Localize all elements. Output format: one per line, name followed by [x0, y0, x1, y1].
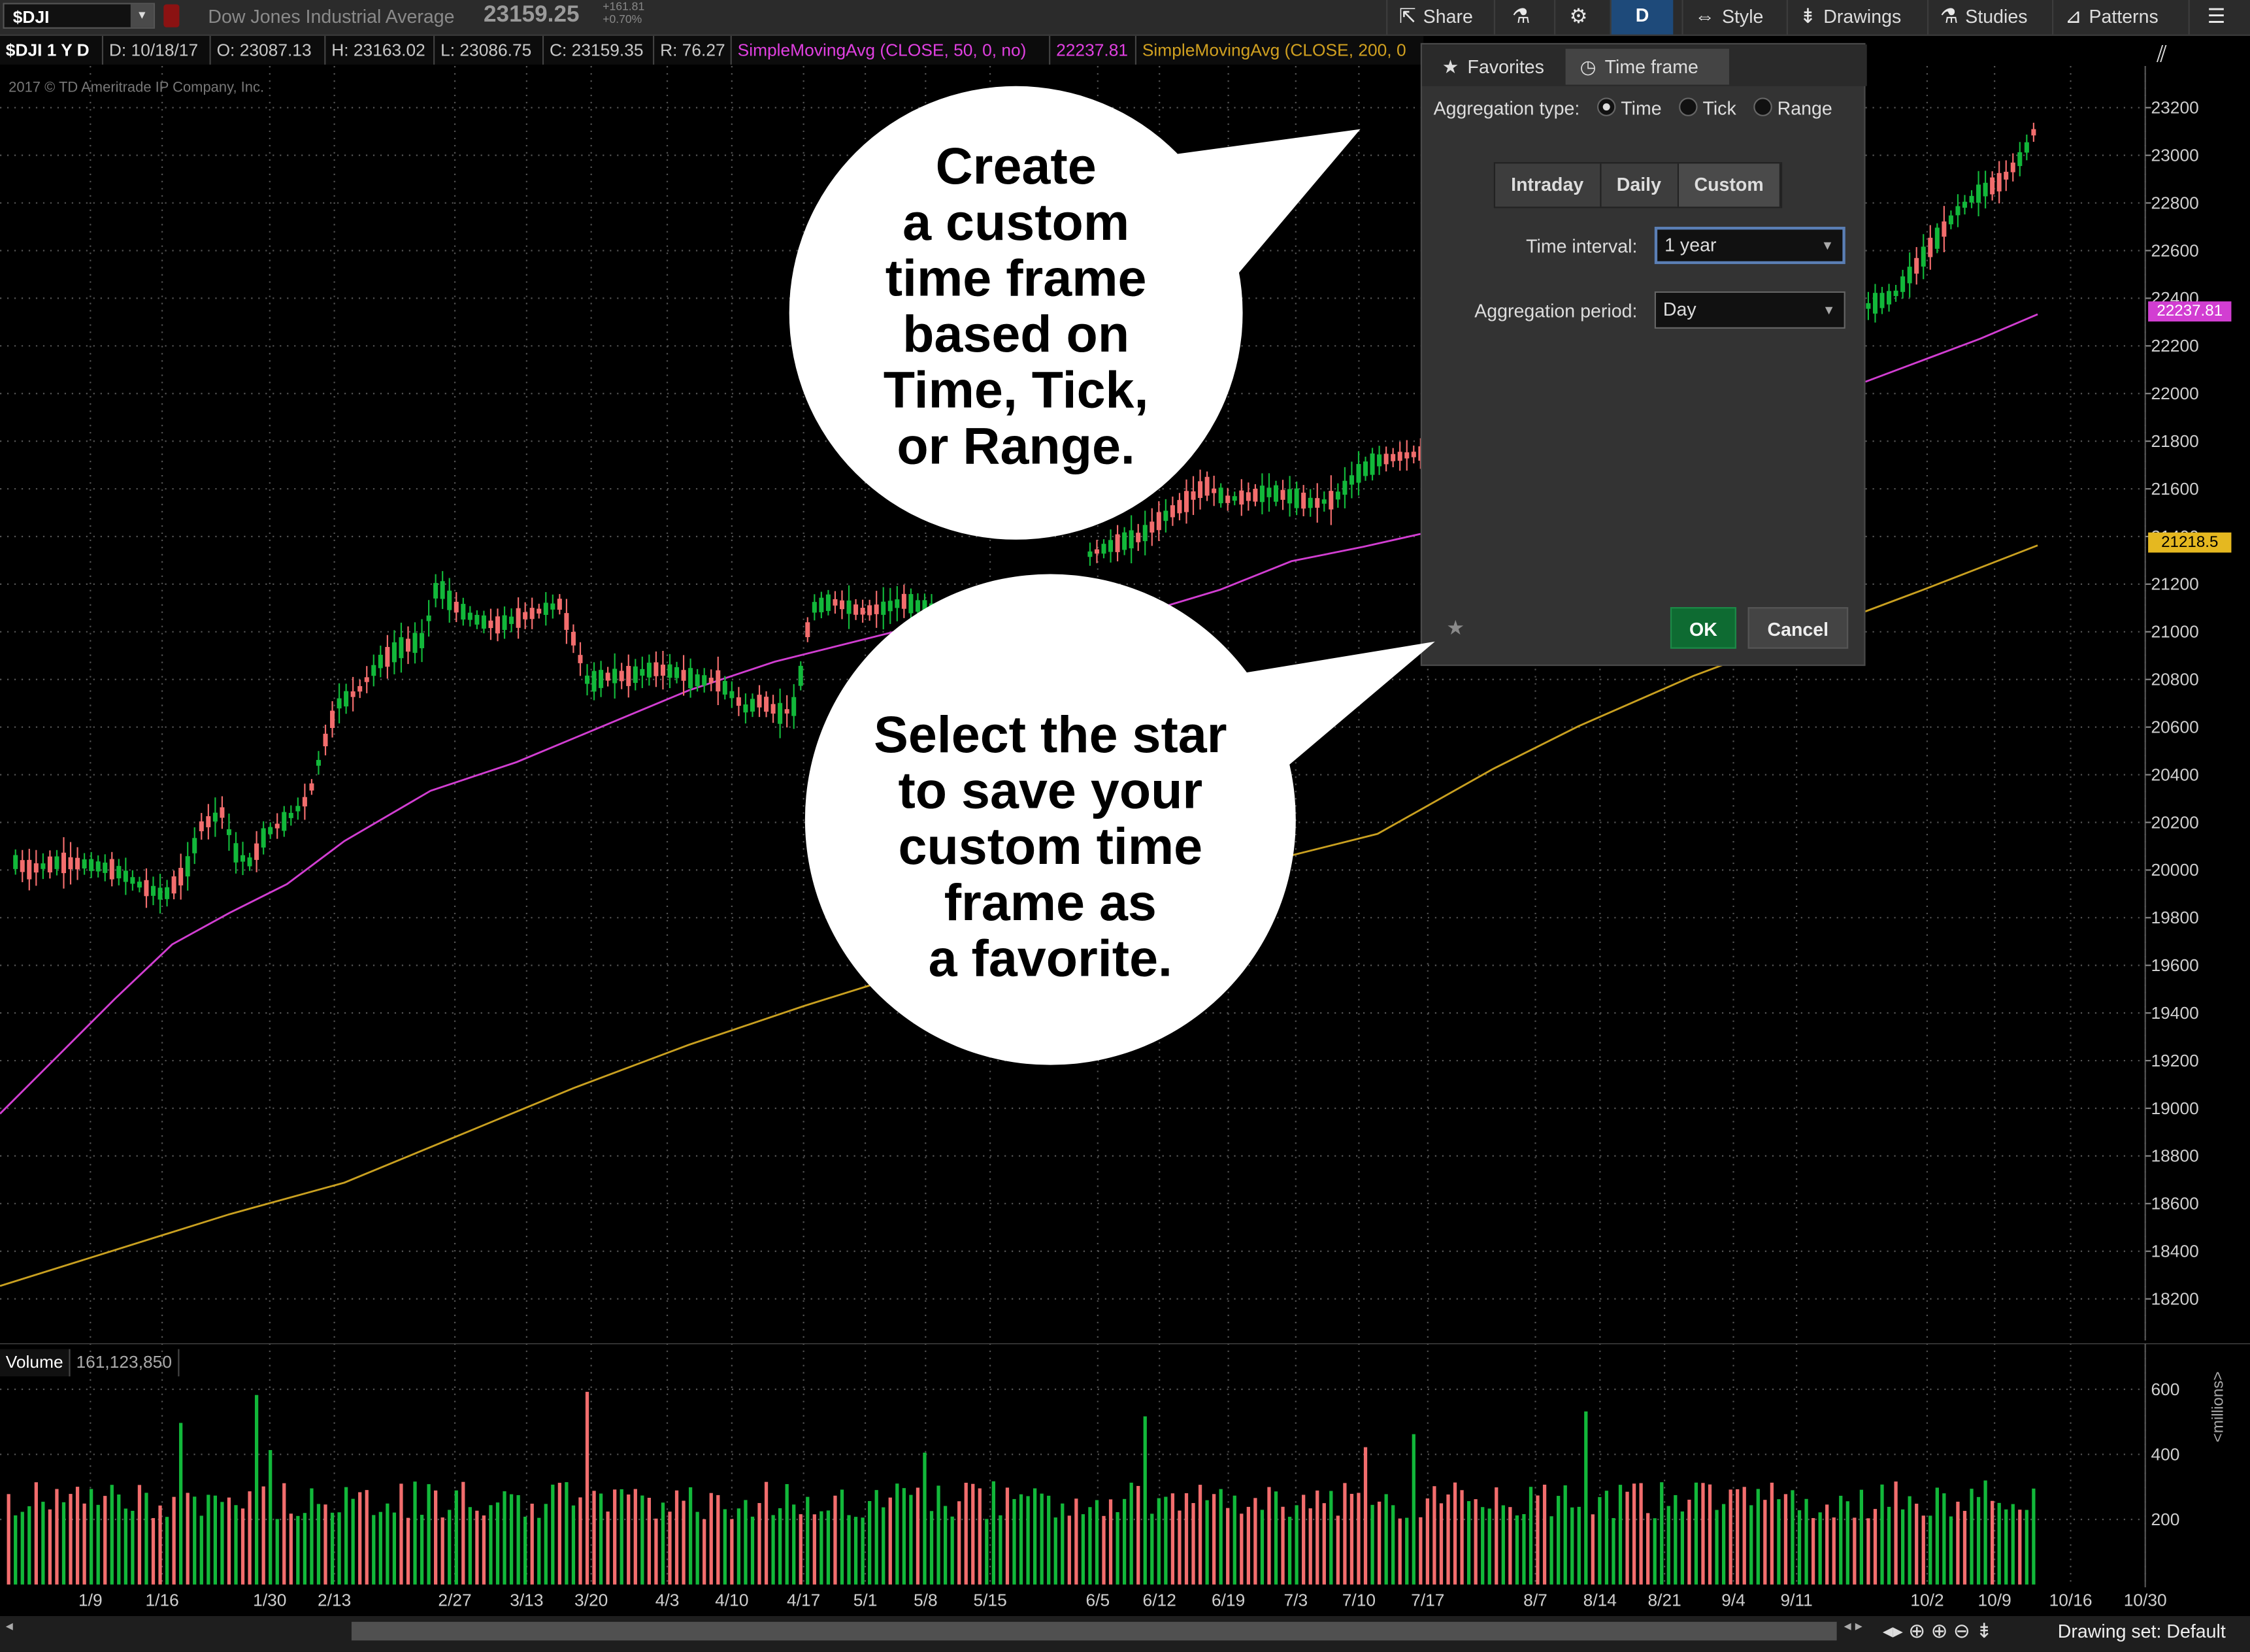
callout-top-line: Time, Tick,	[883, 360, 1149, 420]
callout-bottom-line: Select the star	[874, 704, 1227, 764]
thinkorswim-chart-window: $DJI ▼ Dow Jones Industrial Average 2315…	[0, 0, 2250, 1652]
callout-top-line: time frame	[885, 248, 1147, 308]
callout-bottom-line: custom time	[898, 816, 1203, 876]
callout-text-bottom: Select the star to save your custom time…	[821, 706, 1280, 986]
callout-text-top: Create a custom time frame based on Time…	[804, 138, 1229, 474]
callout-top-line: or Range.	[897, 416, 1135, 475]
callout-top-line: based on	[902, 304, 1130, 363]
callout-bottom-line: a favorite.	[928, 929, 1173, 988]
callout-bottom-line: frame as	[944, 872, 1157, 932]
callout-top-line: Create	[935, 136, 1097, 195]
callout-bottom-line: to save your	[898, 761, 1203, 820]
callout-top-line: a custom	[902, 192, 1130, 252]
